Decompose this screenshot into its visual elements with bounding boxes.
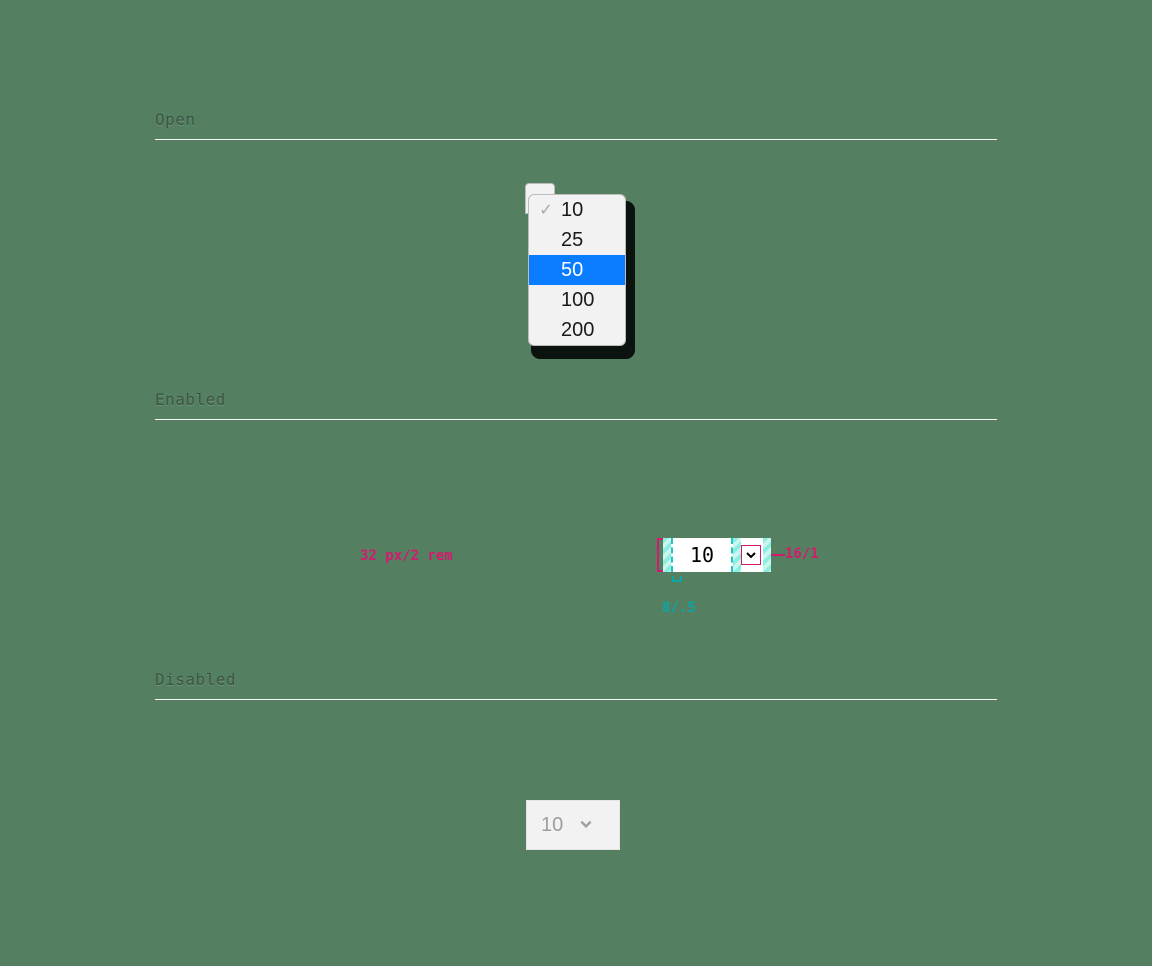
dropdown-option-label: 10 bbox=[555, 199, 615, 222]
section-open: ✓10✓25✓50✓100✓200 bbox=[155, 140, 997, 390]
section-enabled: 32 px/2 rem 16/1 8/.5 10 bbox=[155, 420, 997, 670]
section-header-enabled: Enabled bbox=[155, 390, 997, 420]
section-header-disabled: Disabled bbox=[155, 670, 997, 700]
chevron-down-icon bbox=[741, 545, 761, 565]
section-header-open: Open bbox=[155, 110, 997, 140]
spec-padding-stripe-right bbox=[763, 538, 771, 572]
select-value: 10 bbox=[673, 543, 731, 567]
select-disabled-value: 10 bbox=[541, 814, 563, 837]
dropdown-option-100[interactable]: ✓100 bbox=[529, 285, 625, 315]
spec-padding-bracket bbox=[672, 576, 682, 582]
dropdown-option-200[interactable]: ✓200 bbox=[529, 315, 625, 345]
spec-padding-stripe-left bbox=[663, 538, 671, 572]
select-disabled: 10 bbox=[526, 800, 620, 850]
spec-label-height: 32 px/2 rem bbox=[360, 548, 453, 564]
dropdown-option-25[interactable]: ✓25 bbox=[529, 225, 625, 255]
select-enabled[interactable]: 10 bbox=[663, 538, 771, 572]
section-disabled: 10 bbox=[155, 700, 997, 950]
dropdown-option-10[interactable]: ✓10 bbox=[529, 195, 625, 225]
spec-label-chevron: 16/1 bbox=[785, 546, 819, 562]
dropdown-option-label: 50 bbox=[555, 259, 615, 282]
chevron-down-icon bbox=[579, 814, 593, 837]
dropdown-option-50[interactable]: ✓50 bbox=[529, 255, 625, 285]
dropdown-option-label: 100 bbox=[555, 289, 615, 312]
spec-diagram: 32 px/2 rem 16/1 8/.5 10 bbox=[360, 520, 900, 640]
spec-padding-stripe-mid bbox=[733, 538, 741, 572]
dropdown-option-label: 200 bbox=[555, 319, 615, 342]
check-icon: ✓ bbox=[537, 200, 555, 220]
dropdown-menu: ✓10✓25✓50✓100✓200 bbox=[528, 194, 626, 346]
spec-label-padding: 8/.5 bbox=[662, 600, 696, 616]
dropdown-option-label: 25 bbox=[555, 229, 615, 252]
